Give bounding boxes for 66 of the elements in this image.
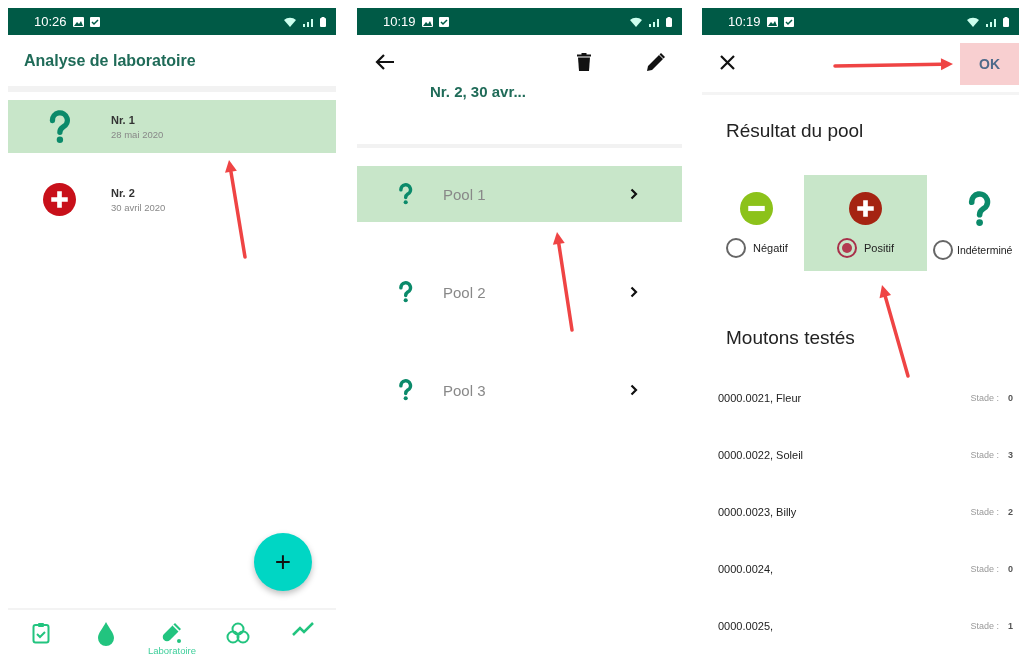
plus-circle-icon [43, 183, 76, 216]
analysis-date: 30 avril 2020 [111, 201, 166, 213]
checkbox-icon [438, 16, 449, 27]
screen-title: Nr. 2, 30 avr... [430, 83, 526, 100]
sheep-name: 0000.0025, [718, 620, 775, 632]
chevron-right-icon [630, 188, 638, 200]
image-icon [72, 16, 84, 27]
stage-value: 3 [1008, 450, 1013, 460]
stage-label: Stade : [970, 393, 999, 403]
status-time: 10:19 [383, 14, 416, 29]
analysis-list-item[interactable]: Nr. 1 28 mai 2020 [8, 100, 336, 153]
minus-circle-icon [740, 192, 773, 225]
sheep-name: 0000.0023, Billy [718, 506, 798, 518]
sheep-name: 0000.0024, [718, 563, 775, 575]
status-time: 10:26 [34, 14, 67, 29]
analysis-name: Nr. 1 [111, 113, 136, 126]
section-title: Résultat du pool [726, 120, 865, 142]
ok-button[interactable]: OK [960, 43, 1019, 85]
signal-icon [648, 16, 660, 27]
stage-label: Stade : [970, 507, 999, 517]
wifi-icon [967, 16, 979, 27]
wifi-icon [284, 16, 296, 27]
stage-label: Stade : [970, 564, 999, 574]
question-mark-icon [967, 190, 993, 227]
clipboard-check-icon[interactable] [31, 622, 50, 644]
radio-label[interactable]: Positif [864, 242, 894, 254]
radio-label[interactable]: Négatif [753, 242, 788, 254]
chevron-right-icon [630, 286, 638, 298]
radio-button[interactable] [933, 239, 953, 260]
screen-title: Analyse de laboratoire [24, 51, 196, 70]
battery-icon [666, 16, 672, 27]
analysis-name: Nr. 2 [111, 186, 136, 199]
image-icon [766, 16, 778, 27]
question-mark-icon [47, 109, 72, 144]
chevron-right-icon [630, 384, 638, 396]
wifi-icon [630, 16, 642, 27]
pool-list-item[interactable]: Pool 2 [357, 264, 682, 320]
battery-icon [320, 16, 326, 27]
question-mark-icon [397, 379, 413, 401]
radio-label[interactable]: Indéterminé [957, 243, 1013, 256]
checkbox-icon [89, 16, 100, 27]
question-mark-icon [397, 183, 413, 205]
radio-button[interactable] [837, 238, 857, 258]
signal-icon [985, 16, 997, 27]
battery-icon [1003, 16, 1009, 27]
stage-value: 2 [1008, 507, 1013, 517]
pool-list-item[interactable]: Pool 3 [357, 362, 682, 418]
status-time: 10:19 [728, 14, 761, 29]
signal-icon [302, 16, 314, 27]
section-title: Moutons testés [726, 327, 856, 349]
radio-button[interactable] [726, 238, 746, 258]
checkbox-icon [783, 16, 794, 27]
stage-value: 0 [1008, 564, 1013, 574]
sheep-name: 0000.0021, Fleur [718, 392, 803, 404]
delete-button[interactable] [577, 53, 591, 74]
question-mark-icon [397, 281, 413, 303]
stage-label: Stade : [970, 621, 999, 631]
stage-label: Stade : [970, 450, 999, 460]
analysis-list-item[interactable]: Nr. 2 30 avril 2020 [8, 173, 336, 226]
stage-value: 1 [1008, 621, 1013, 631]
analysis-date: 28 mai 2020 [111, 128, 164, 140]
add-button[interactable]: + [254, 533, 312, 591]
sheep-name: 0000.0022, Soleil [718, 449, 804, 461]
stage-value: 0 [1008, 393, 1013, 403]
plus-circle-icon [849, 192, 882, 225]
image-icon [421, 16, 433, 27]
